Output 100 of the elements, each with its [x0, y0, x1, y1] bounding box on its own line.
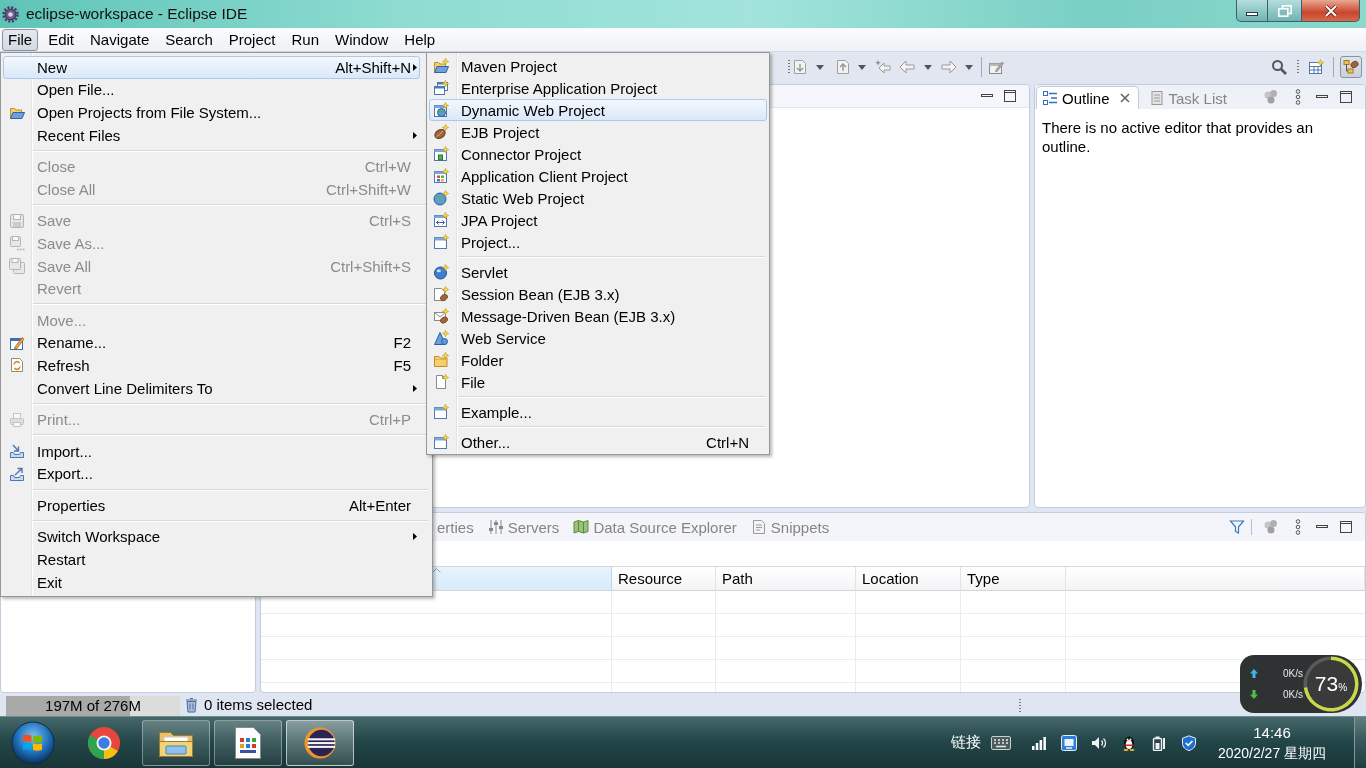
menu-item[interactable]: Switch Workspace: [3, 525, 420, 549]
menu-item[interactable]: Example...: [429, 401, 767, 423]
left-arrow-icon[interactable]: [899, 59, 915, 75]
shield-icon[interactable]: [1181, 734, 1197, 751]
menu-item[interactable]: Maven Project: [429, 55, 767, 77]
menu-item[interactable]: Properties Alt+Enter: [3, 494, 420, 517]
bean-star-icon: [433, 124, 449, 140]
window-pencil-icon[interactable]: [988, 59, 1004, 75]
clock-date[interactable]: 2020/2/27 星期四: [1217, 742, 1327, 763]
striped-sphere-icon: [302, 725, 338, 760]
tray-label[interactable]: 链接: [951, 733, 981, 752]
close-icon: [1323, 4, 1338, 17]
filter-icon[interactable]: [1229, 519, 1245, 535]
menu-item[interactable]: Folder: [429, 349, 767, 371]
keyboard-icon[interactable]: [991, 735, 1011, 750]
maximize-icon[interactable]: [1340, 91, 1352, 103]
ring-logo-icon: [86, 725, 122, 760]
menu-bar-item[interactable]: Edit: [42, 28, 81, 51]
minimize-button[interactable]: [1236, 0, 1268, 22]
menu-bar-item[interactable]: Navigate: [84, 28, 156, 51]
search-icon[interactable]: [1271, 59, 1287, 75]
menu-item[interactable]: Session Bean (EJB 3.x): [429, 283, 767, 305]
sliders-icon: [487, 519, 504, 535]
column-header[interactable]: Location: [856, 567, 961, 591]
menu-item[interactable]: Message-Driven Bean (EJB 3.x): [429, 305, 767, 327]
menu-item[interactable]: Web Service: [429, 327, 767, 349]
menu-item[interactable]: Servlet: [429, 261, 767, 283]
menu-item[interactable]: Convert Line Delimiters To: [3, 376, 420, 400]
view-tab[interactable]: Outline: [1036, 86, 1139, 109]
menu-item[interactable]: Refresh F5: [3, 354, 420, 377]
view-tab[interactable]: erties: [435, 515, 476, 539]
perspective-button[interactable]: [1340, 56, 1362, 78]
menu-item[interactable]: Export...: [3, 462, 420, 486]
disk-dots-icon: [9, 235, 25, 252]
trash-icon[interactable]: [185, 696, 198, 713]
show-desktop-button[interactable]: [1354, 717, 1366, 768]
pencil-page-icon: [9, 334, 25, 351]
restore-button[interactable]: [1268, 0, 1302, 22]
menu-bar-item[interactable]: Run: [285, 28, 325, 51]
menu-bar-item[interactable]: Project: [222, 28, 282, 51]
maximize-icon[interactable]: [1004, 90, 1016, 102]
taskbar-button[interactable]: [286, 719, 354, 766]
kebab-menu-icon[interactable]: [1295, 89, 1301, 105]
menu-item[interactable]: Project...: [429, 231, 767, 253]
battery-plug-icon[interactable]: [1151, 734, 1167, 751]
close-icon[interactable]: [1119, 93, 1130, 103]
menu-item[interactable]: Rename... F2: [3, 331, 420, 355]
menu-item[interactable]: Import...: [3, 439, 420, 463]
start-button[interactable]: [11, 720, 55, 765]
taskbar-button[interactable]: [142, 719, 210, 766]
heap-meter[interactable]: 197M of 276M: [6, 696, 180, 716]
status-message: 0 items selected: [204, 696, 313, 713]
menu-item[interactable]: Recent Files: [3, 123, 420, 147]
menu-item[interactable]: Enterprise Application Project: [429, 77, 767, 99]
printer-icon: [9, 411, 25, 428]
menu-item[interactable]: Connector Project: [429, 143, 767, 165]
pyramid-globe-star-icon: [433, 330, 449, 346]
envelope-bean-star-icon: [433, 308, 449, 324]
menu-bar-item[interactable]: Search: [159, 28, 219, 51]
menu-item[interactable]: File: [429, 371, 767, 393]
clock-time[interactable]: 14:46: [1253, 722, 1291, 743]
dropdown-caret-icon[interactable]: [924, 64, 932, 70]
dropdown-caret-icon[interactable]: [858, 64, 866, 70]
minimize-icon: [1246, 11, 1258, 16]
tree-list-icon: [1042, 90, 1058, 106]
close-button[interactable]: [1302, 0, 1360, 22]
column-header[interactable]: Type: [961, 567, 1066, 591]
app-square-icon[interactable]: [1061, 734, 1077, 751]
menu-item[interactable]: Restart: [3, 548, 420, 571]
menu-item[interactable]: Exit: [3, 570, 420, 594]
menu-item[interactable]: EJB Project: [429, 121, 767, 143]
disks-icon: [9, 258, 25, 275]
column-header[interactable]: Resource: [612, 567, 716, 591]
menu-item[interactable]: Open File...: [3, 78, 420, 102]
clipboard-icon: [1148, 90, 1165, 106]
menu-bar-item[interactable]: Help: [398, 28, 442, 51]
menu-item[interactable]: JPA Project: [429, 209, 767, 231]
kebab-menu-icon[interactable]: [1295, 519, 1301, 535]
page-star-icon: [433, 374, 449, 390]
menu-item[interactable]: Dynamic Web Project: [429, 99, 767, 121]
menu-item[interactable]: Application Client Project: [429, 165, 767, 187]
signal-bars-icon[interactable]: [1032, 735, 1046, 750]
star-left-arrow-icon[interactable]: [875, 59, 891, 75]
maximize-icon[interactable]: [1340, 521, 1352, 533]
column-header[interactable]: Path: [716, 567, 856, 591]
taskbar-button[interactable]: [214, 719, 282, 766]
folder-star-icon: [433, 352, 449, 368]
right-arrow-icon[interactable]: [941, 59, 957, 75]
tree-bean-icon: [1343, 59, 1359, 75]
menu-item[interactable]: Open Projects from File System...: [3, 101, 420, 124]
penguin-icon[interactable]: [1121, 734, 1137, 751]
dropdown-caret-icon[interactable]: [965, 64, 973, 70]
menu-item[interactable]: Static Web Project: [429, 187, 767, 209]
menu-bar-item[interactable]: File: [2, 28, 39, 51]
menu-item[interactable]: Other... Ctrl+N: [429, 431, 767, 453]
menu-item[interactable]: New Alt+Shift+N: [3, 56, 420, 79]
dropdown-caret-icon[interactable]: [816, 64, 824, 70]
open-folder-star-icon: [433, 58, 449, 74]
menu-bar-item[interactable]: Window: [329, 28, 395, 51]
usage-percent-text: 73%: [1314, 672, 1348, 697]
